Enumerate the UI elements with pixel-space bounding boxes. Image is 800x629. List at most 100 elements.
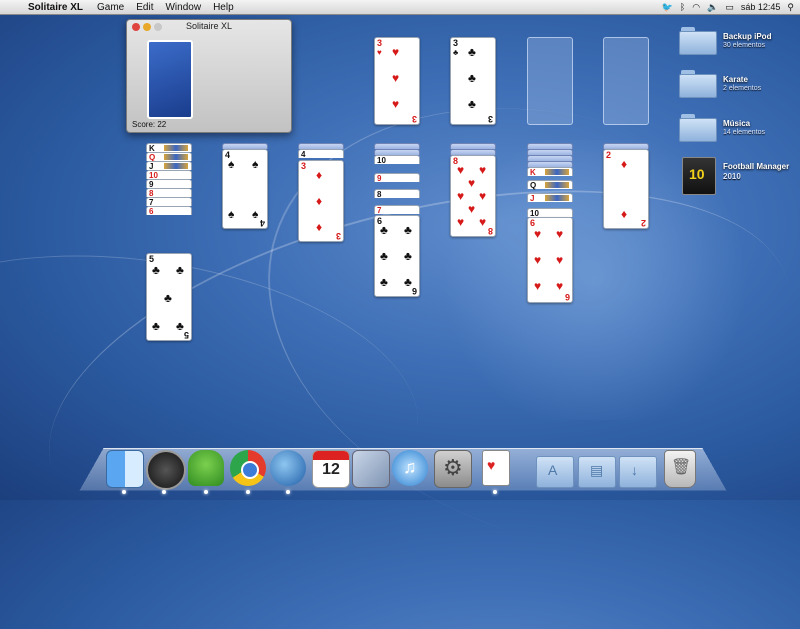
thunderbird-icon[interactable]	[270, 450, 306, 486]
club-icon: ♣	[176, 263, 184, 277]
tableau-card[interactable]: 10	[374, 155, 420, 165]
folder-icon	[679, 114, 717, 142]
twitter-bird-icon[interactable]: 🐦	[662, 0, 673, 14]
court-art	[164, 145, 188, 151]
itunes-icon[interactable]: ♫	[392, 450, 428, 486]
applications-stack-icon[interactable]: A	[536, 456, 574, 488]
folder-icon	[679, 70, 717, 98]
spade-icon: ♠	[252, 157, 259, 171]
desktop-item-name: Karate	[723, 75, 748, 84]
tableau-card[interactable]: 6 ♥ ♥ ♥ ♥ ♥ ♥ 6	[527, 217, 573, 303]
foundation-slot-empty[interactable]	[603, 37, 649, 125]
card-rank: 6	[149, 207, 154, 216]
menu-game[interactable]: Game	[91, 2, 130, 13]
tableau-card[interactable]: J	[527, 193, 573, 203]
finder-icon[interactable]	[106, 450, 144, 488]
heart-icon: ♥	[479, 163, 487, 177]
tableau-card[interactable]: 8	[374, 189, 420, 199]
system-preferences-icon[interactable]: ⚙	[434, 450, 472, 488]
tableau-card[interactable]: 2 ♦ ♦ 2	[603, 149, 649, 229]
heart-icon: ♥	[556, 227, 564, 241]
court-art	[164, 154, 188, 160]
tableau-card[interactable]: 7	[374, 205, 420, 215]
diamond-icon: ♦	[621, 157, 628, 171]
tableau-card[interactable]: 3 ♦ ♦ ♦ 3	[298, 160, 344, 242]
desktop-item-subtitle: 14 elementos	[723, 129, 766, 136]
foundation-slot-empty[interactable]	[527, 37, 573, 125]
heart-icon: ♥	[479, 189, 487, 203]
trash-icon[interactable]: 🗑	[664, 450, 696, 488]
menu-edit[interactable]: Edit	[130, 2, 159, 13]
club-icon: ♣	[152, 319, 160, 333]
heart-icon: ♥	[534, 227, 542, 241]
desktop-item-name: Música	[723, 119, 751, 128]
card-rank: 3	[487, 114, 493, 124]
menu-help[interactable]: Help	[207, 2, 240, 13]
adium-icon[interactable]	[188, 450, 224, 486]
tableau-card[interactable]: 9	[374, 173, 420, 183]
documents-stack-icon[interactable]: ▤	[578, 456, 616, 488]
battery-icon[interactable]: ▭	[725, 0, 734, 14]
tableau-card[interactable]: Q	[146, 152, 192, 162]
tableau-card[interactable]: 9	[146, 179, 192, 189]
tableau-card[interactable]: 6	[146, 206, 192, 216]
foundation-card-clubs[interactable]: 3 ♣ ♣ ♣ ♣ 3	[450, 37, 496, 125]
tableau-card[interactable]: 7	[146, 197, 192, 207]
solitaire-dock-icon[interactable]: ♥	[482, 450, 510, 486]
tableau-card[interactable]: Q	[527, 180, 573, 190]
spotlight-search-icon[interactable]: ⚲	[787, 0, 794, 14]
diamond-icon: ♦	[621, 207, 628, 221]
tableau-card[interactable]: 10	[146, 170, 192, 180]
card-rank: 3	[335, 231, 341, 241]
tableau-card[interactable]: 8 ♥ ♥ ♥ ♥ ♥ ♥ ♥ ♥ 8	[450, 155, 496, 237]
tableau-card[interactable]: 6 ♣ ♣ ♣ ♣ ♣ ♣ 6	[374, 215, 420, 297]
tableau-card[interactable]: J	[146, 161, 192, 171]
chrome-icon[interactable]	[230, 450, 266, 486]
calendar-icon[interactable]: 12	[312, 450, 350, 488]
club-icon: ♣	[468, 97, 476, 111]
club-icon: ♣	[380, 223, 388, 237]
card-rank: 8	[487, 226, 493, 236]
card-rank: 8	[377, 190, 382, 199]
volume-icon[interactable]: 🔈	[707, 0, 718, 14]
heart-icon: ♥	[468, 202, 476, 216]
wallpaper-swirl	[0, 222, 436, 559]
iphoto-icon[interactable]	[352, 450, 390, 488]
downloads-stack-icon[interactable]: ↓	[619, 456, 657, 488]
wifi-icon[interactable]: ◠	[692, 0, 700, 14]
club-icon: ♣	[468, 71, 476, 85]
spade-icon: ♠	[252, 207, 259, 221]
foundation-card-hearts[interactable]: 3 ♥ ♥ ♥ ♥ 3	[374, 37, 420, 125]
card-back-preview	[147, 40, 193, 119]
running-indicator	[122, 490, 126, 494]
running-indicator	[204, 490, 208, 494]
app-menu[interactable]: Solitaire XL	[24, 2, 91, 13]
court-art	[545, 195, 569, 201]
tableau-card[interactable]: 4	[298, 149, 344, 159]
tableau-card[interactable]: K	[527, 167, 573, 177]
tableau-card[interactable]: 10	[527, 208, 573, 218]
diamond-icon: ♦	[316, 194, 323, 208]
running-indicator	[286, 490, 290, 494]
card-rank: 5	[183, 330, 189, 340]
tableau-card[interactable]: 4 ♠ ♠ ♠ ♠ 4	[222, 149, 268, 229]
court-art	[545, 169, 569, 175]
desktop-item-subtitle: 30 elementos	[723, 42, 766, 49]
dashboard-icon[interactable]	[146, 450, 186, 490]
card-rank: J	[530, 194, 535, 203]
tableau-card[interactable]: 5 ♣ ♣ ♣ ♣ ♣ 5	[146, 253, 192, 341]
heart-icon: ♥	[392, 71, 400, 85]
tableau-card[interactable]: K	[146, 143, 192, 153]
menu-window[interactable]: Window	[159, 2, 207, 13]
heart-icon: ♥	[457, 163, 465, 177]
card-rank: 3	[301, 161, 307, 171]
football-manager-icon: 10	[682, 157, 716, 195]
clock[interactable]: sáb 12:45	[741, 0, 781, 14]
heart-icon: ♥	[468, 176, 476, 190]
tableau-card[interactable]: 8	[146, 188, 192, 198]
card-rank: 3	[411, 114, 417, 124]
solitaire-window[interactable]: Solitaire XL Score: 22	[126, 19, 292, 133]
heart-icon: ♥	[392, 45, 400, 59]
bluetooth-icon[interactable]: ᛒ	[680, 0, 685, 14]
club-icon: ♣	[176, 319, 184, 333]
